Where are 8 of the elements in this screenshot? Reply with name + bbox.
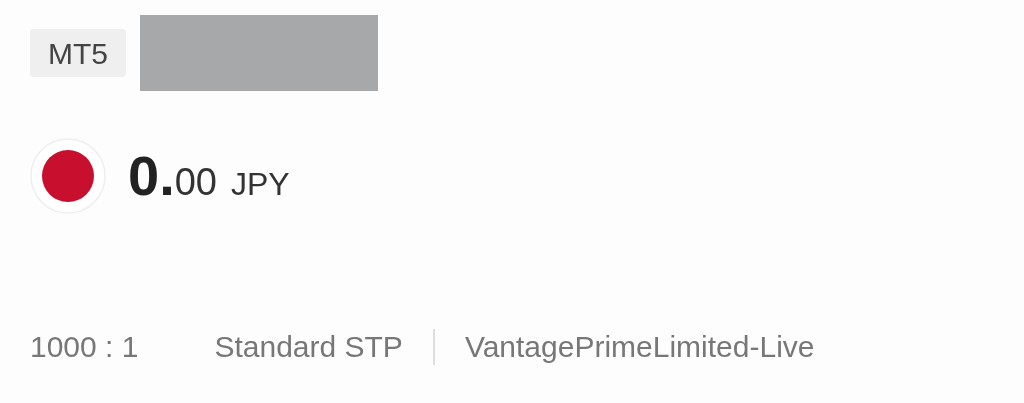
flag-icon [30, 138, 106, 214]
balance-whole: 0. [128, 148, 175, 204]
leverage-text: 1000 : 1 [30, 329, 139, 365]
server-text: VantagePrimeLimited-Live [464, 329, 815, 365]
currency-label: JPY [231, 168, 290, 200]
platform-badge: MT5 [30, 29, 126, 77]
balance-fraction: 00 [174, 163, 217, 201]
account-type-text: Standard STP [214, 329, 403, 365]
